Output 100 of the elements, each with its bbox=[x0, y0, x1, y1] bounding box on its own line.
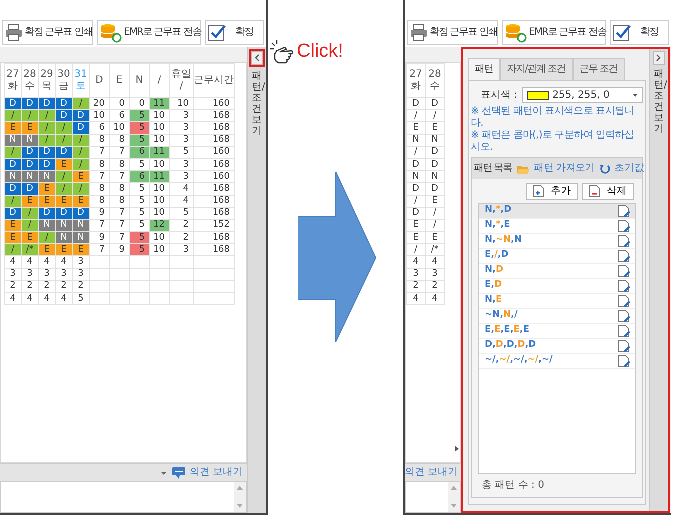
pattern-item[interactable]: E,E,E,E,E bbox=[479, 324, 635, 339]
table-cell: 2 bbox=[170, 219, 194, 232]
shift-cell[interactable]: D bbox=[4, 207, 22, 220]
table-cell: / bbox=[426, 207, 444, 220]
column-header: 근무시간 bbox=[194, 64, 234, 98]
toolbar-button[interactable]: 확정 bbox=[205, 20, 264, 45]
table-cell: 10 bbox=[150, 207, 170, 220]
shift-cell[interactable]: E bbox=[4, 232, 22, 244]
pattern-item[interactable]: E,/,D bbox=[479, 249, 635, 264]
table-cell: 168 bbox=[194, 232, 234, 244]
import-pattern-link[interactable]: 패턴 가져오기 bbox=[516, 161, 595, 176]
shift-cell[interactable]: E bbox=[4, 219, 22, 232]
shift-cell[interactable]: D bbox=[4, 182, 22, 195]
table-cell: 2 bbox=[72, 280, 90, 292]
edit-icon[interactable] bbox=[618, 294, 631, 308]
scroll-up-icon bbox=[450, 485, 458, 491]
field-label: 표시색 : bbox=[481, 88, 518, 102]
toolbar-button[interactable]: 확정 bbox=[610, 20, 669, 45]
tab[interactable]: 근무 조건 bbox=[572, 58, 625, 80]
table-cell: 10 bbox=[150, 195, 170, 208]
table-cell: 2 bbox=[56, 280, 72, 292]
table-cell: / bbox=[406, 195, 426, 208]
send-feedback-link[interactable]: 의견 보내기 bbox=[405, 465, 458, 480]
pattern-item[interactable]: N,*,D bbox=[479, 204, 635, 219]
shift-cell[interactable]: N bbox=[4, 134, 22, 146]
shift-cell[interactable]: E bbox=[4, 122, 22, 134]
table-cell: 4 bbox=[38, 292, 56, 305]
table-cell: 4 bbox=[406, 292, 426, 305]
shift-cell[interactable]: / bbox=[4, 244, 22, 256]
table-cell: 4 bbox=[4, 292, 22, 305]
table-cell: 7 bbox=[90, 244, 110, 256]
tab[interactable]: 패턴 bbox=[468, 58, 500, 80]
edit-icon[interactable] bbox=[618, 324, 631, 338]
toolbar-button[interactable]: EMR로 근무표 전송 bbox=[502, 20, 606, 45]
shift-cell[interactable]: D bbox=[4, 98, 22, 110]
table-cell: 3 bbox=[170, 244, 194, 256]
table-cell: 168 bbox=[194, 110, 234, 122]
table-cell: 4 bbox=[56, 256, 72, 268]
pattern-item[interactable]: N,E bbox=[479, 294, 635, 309]
table-cell: N bbox=[426, 170, 444, 183]
pattern-item[interactable]: E,D bbox=[479, 279, 635, 294]
shift-cell[interactable]: / bbox=[4, 146, 22, 158]
delete-button[interactable]: 삭제 bbox=[582, 183, 634, 200]
table-cell: 3 bbox=[426, 268, 444, 280]
edit-icon[interactable] bbox=[618, 234, 631, 248]
column-header: D bbox=[90, 64, 110, 98]
hint-text: ※ 패턴은 콤마(,)로 구분하여 입력하십시오. bbox=[471, 130, 636, 154]
table-cell: 3 bbox=[56, 268, 72, 280]
table-cell: D bbox=[426, 158, 444, 171]
color-dropdown[interactable]: 255, 255, 0 bbox=[522, 87, 643, 103]
edit-icon[interactable] bbox=[618, 204, 631, 218]
pattern-item[interactable]: N,~N,N bbox=[479, 234, 635, 249]
tab[interactable]: 자지/관계 조건 bbox=[500, 58, 573, 80]
table-cell: D bbox=[406, 207, 426, 220]
toolbar-button[interactable]: 확정 근무표 인쇄 bbox=[2, 20, 93, 45]
printer-icon bbox=[5, 24, 23, 42]
edit-icon[interactable] bbox=[618, 310, 631, 322]
table-cell: E bbox=[426, 122, 444, 134]
comment-field[interactable] bbox=[0, 481, 247, 513]
edit-icon[interactable] bbox=[618, 220, 631, 232]
pattern-item[interactable]: D,D,D,D,D bbox=[479, 339, 635, 354]
toolbar-button[interactable]: 확정 근무표 인쇄 bbox=[407, 20, 498, 45]
checkbox-icon bbox=[208, 24, 226, 42]
table-cell: 4 bbox=[56, 292, 72, 305]
shift-cell[interactable]: / bbox=[4, 110, 22, 122]
reset-link[interactable]: 초기값 bbox=[598, 161, 645, 176]
shift-cell[interactable]: / bbox=[4, 195, 22, 208]
edit-icon[interactable] bbox=[618, 250, 631, 262]
table-cell: 6 bbox=[90, 122, 110, 134]
toolbar-button[interactable]: EMR로 근무표 전송 bbox=[97, 20, 201, 45]
pattern-item[interactable]: ~/,~/,~/,~/,~/ bbox=[479, 354, 635, 369]
edit-icon[interactable] bbox=[618, 280, 631, 292]
shift-cell[interactable]: D bbox=[4, 158, 22, 171]
table-cell: 168 bbox=[194, 122, 234, 134]
table-cell: 8 bbox=[90, 134, 110, 146]
checkbox-icon bbox=[613, 24, 631, 42]
table-cell: 10 bbox=[90, 110, 110, 122]
comment-field[interactable] bbox=[405, 481, 461, 513]
table-cell: 8 bbox=[110, 158, 130, 171]
table-cell: 5 bbox=[170, 207, 194, 220]
table-cell: 5 bbox=[130, 207, 150, 220]
table-cell: N bbox=[406, 134, 426, 146]
collapse-panel-button[interactable] bbox=[653, 51, 665, 65]
speech-bubble-icon bbox=[172, 466, 186, 478]
edit-icon[interactable] bbox=[618, 340, 631, 352]
table-cell: 10 bbox=[150, 134, 170, 146]
table-cell: 20 bbox=[90, 98, 110, 110]
pattern-item[interactable]: N,*,E bbox=[479, 219, 635, 234]
edit-icon[interactable] bbox=[618, 264, 631, 278]
edit-icon[interactable] bbox=[618, 354, 631, 368]
table-cell: 7 bbox=[90, 146, 110, 158]
pattern-item[interactable]: ~N,N,/ bbox=[479, 309, 635, 324]
table-cell: 3 bbox=[72, 256, 90, 268]
table-cell: 3 bbox=[170, 122, 194, 134]
table-cell: 2 bbox=[170, 232, 194, 244]
send-feedback-link[interactable]: 의견 보내기 bbox=[190, 465, 243, 480]
table-cell: 3 bbox=[170, 158, 194, 171]
pattern-item[interactable]: N,D bbox=[479, 264, 635, 279]
shift-cell[interactable]: N bbox=[4, 170, 22, 183]
add-button[interactable]: 추가 bbox=[526, 183, 578, 200]
